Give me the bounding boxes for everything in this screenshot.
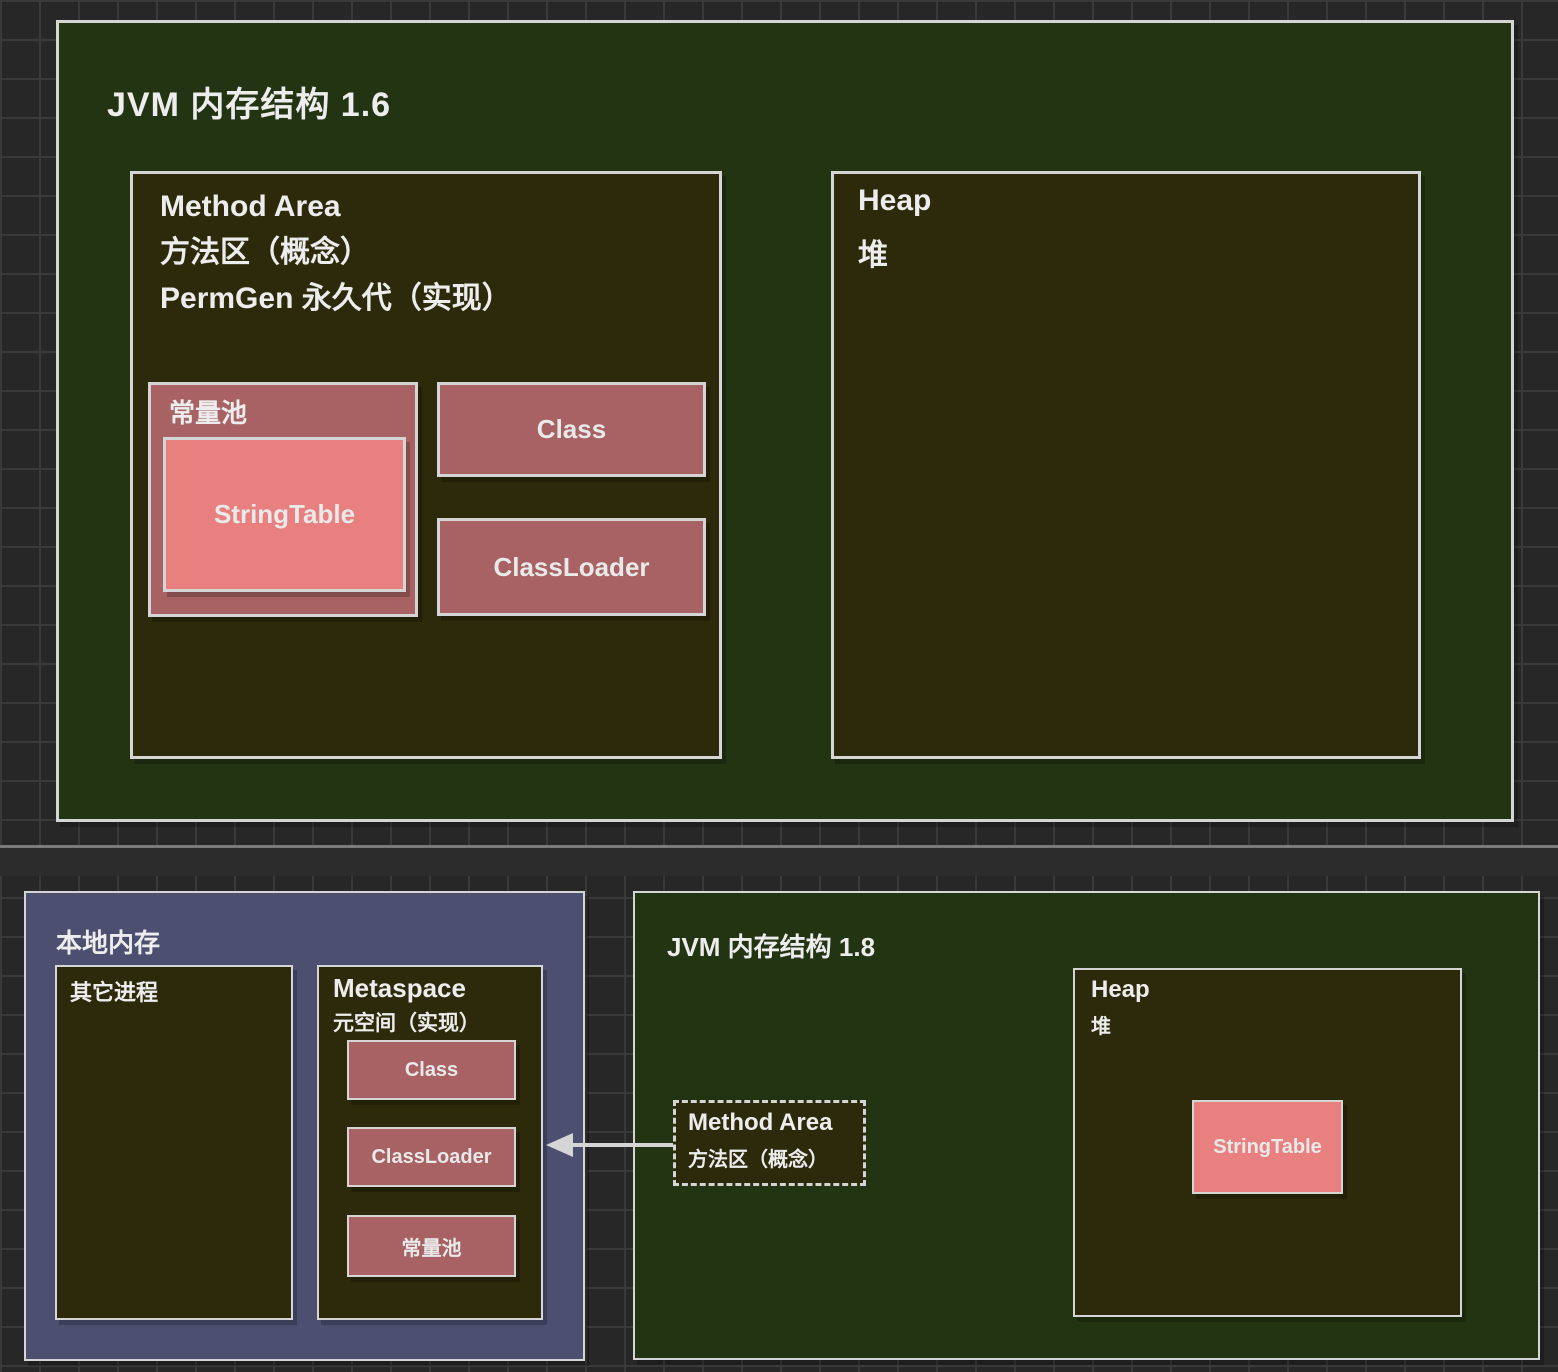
arrow-left-icon	[546, 1133, 573, 1157]
native-memory-title: 本地内存	[56, 923, 160, 960]
class-16-label: Class	[537, 414, 606, 445]
string-table-16-label: StringTable	[214, 499, 355, 530]
class-16-box: Class	[437, 382, 706, 477]
constant-pool-16-box: 常量池 StringTable	[148, 382, 418, 617]
method-area-18-box: Method Area 方法区（概念）	[673, 1100, 866, 1186]
other-process-box: 其它进程	[55, 965, 293, 1320]
heap-16-box: Heap 堆	[831, 171, 1421, 759]
method-area-16-subtitle-cn: 方法区（概念）	[160, 230, 512, 276]
string-table-18-label: StringTable	[1213, 1136, 1322, 1159]
heap-16-title: Heap	[858, 184, 931, 218]
string-table-16-box: StringTable	[163, 437, 406, 592]
method-area-18-title: Method Area	[688, 1109, 832, 1137]
metaspace-box: Metaspace 元空间（实现） Class ClassLoader 常量池	[317, 965, 543, 1320]
jvm-16-panel: JVM 内存结构 1.6 Method Area 方法区（概念） PermGen…	[56, 20, 1514, 822]
metaspace-classloader-label: ClassLoader	[371, 1146, 491, 1169]
method-area-18-subtitle-cn: 方法区（概念）	[688, 1143, 828, 1172]
heap-16-subtitle-cn: 堆	[858, 230, 888, 274]
jvm-18-title: JVM 内存结构 1.8	[667, 927, 875, 964]
classloader-16-label: ClassLoader	[493, 552, 649, 583]
section-divider-band	[0, 848, 1558, 876]
metaspace-classloader-box: ClassLoader	[347, 1127, 516, 1187]
method-area-16-subtitle-impl: PermGen 永久代（实现）	[160, 276, 512, 322]
jvm-16-title: JVM 内存结构 1.6	[107, 77, 391, 126]
arrow-line	[571, 1143, 673, 1147]
string-table-18-box: StringTable	[1192, 1100, 1343, 1194]
metaspace-title: Metaspace	[333, 973, 466, 1004]
native-memory-panel: 本地内存 其它进程 Metaspace 元空间（实现） Class ClassL…	[24, 891, 585, 1361]
classloader-16-box: ClassLoader	[437, 518, 706, 616]
method-area-16-title: Method Area	[160, 184, 512, 230]
metaspace-constant-pool-label: 常量池	[402, 1232, 462, 1261]
heap-18-title: Heap	[1091, 976, 1150, 1004]
heap-18-subtitle-cn: 堆	[1091, 1010, 1111, 1039]
constant-pool-16-label: 常量池	[169, 393, 247, 430]
method-area-16-box: Method Area 方法区（概念） PermGen 永久代（实现） 常量池 …	[130, 171, 722, 759]
jvm-18-panel: JVM 内存结构 1.8 Method Area 方法区（概念） Heap 堆 …	[633, 891, 1540, 1360]
metaspace-constant-pool-box: 常量池	[347, 1215, 516, 1277]
metaspace-class-label: Class	[405, 1059, 458, 1082]
metaspace-subtitle-cn: 元空间（实现）	[333, 1007, 480, 1037]
heap-18-box: Heap 堆 StringTable	[1073, 968, 1462, 1317]
other-process-label: 其它进程	[70, 975, 158, 1007]
metaspace-class-box: Class	[347, 1040, 516, 1100]
method-area-16-heading: Method Area 方法区（概念） PermGen 永久代（实现）	[160, 184, 512, 322]
